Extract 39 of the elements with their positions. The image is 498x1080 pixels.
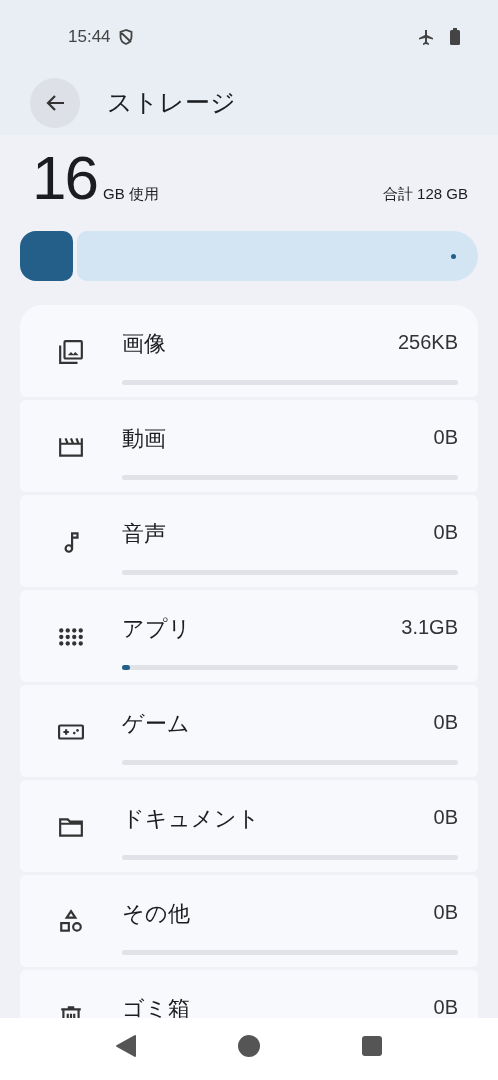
storage-category-item[interactable]: ゲーム 0B [20,685,478,777]
status-time: 15:44 [68,26,111,48]
category-size: 0B [433,520,458,545]
category-size: 0B [433,805,458,830]
storage-category-item[interactable]: その他 0B [20,875,478,967]
category-label: ゲーム [122,710,190,738]
battery-icon [450,28,460,45]
storage-category-item[interactable]: 音声 0B [20,495,478,587]
page-title: ストレージ [107,86,236,118]
category-label: 画像 [122,330,166,358]
home-nav-icon[interactable] [238,1035,260,1057]
category-label: ゴミ箱 [122,995,190,1018]
storage-category-item[interactable]: アプリ 3.1GB [20,590,478,682]
category-label: アプリ [122,615,191,643]
category-label: 音声 [122,520,166,548]
category-label: 動画 [122,425,166,453]
category-size: 0B [433,425,458,450]
category-label: その他 [122,900,190,928]
category-size: 0B [433,710,458,735]
storage-category-item[interactable]: ゴミ箱 0B [20,970,478,1018]
category-size: 256KB [397,330,458,355]
storage-category-item[interactable]: ドキュメント 0B [20,780,478,872]
category-size: 0B [433,995,458,1018]
total-capacity: 合計 128 GB [382,183,468,204]
category-size: 3.1GB [401,615,458,640]
end-dot [451,253,456,259]
back-nav-icon[interactable] [116,1035,136,1057]
airplane-icon [418,28,434,45]
image-stack-icon [58,339,84,365]
used-unit: GB 使用 [102,183,159,204]
used-amount: 16 [32,147,97,209]
back-arrow-icon [45,93,65,112]
storage-category-item[interactable]: 動画 0B [20,400,478,492]
shapes-icon [58,909,84,935]
back-button[interactable] [30,77,80,128]
storage-category-item[interactable]: 画像 256KB [20,305,478,397]
shield-icon [118,28,133,45]
category-label: ドキュメント [122,805,260,833]
category-size: 0B [433,900,458,925]
